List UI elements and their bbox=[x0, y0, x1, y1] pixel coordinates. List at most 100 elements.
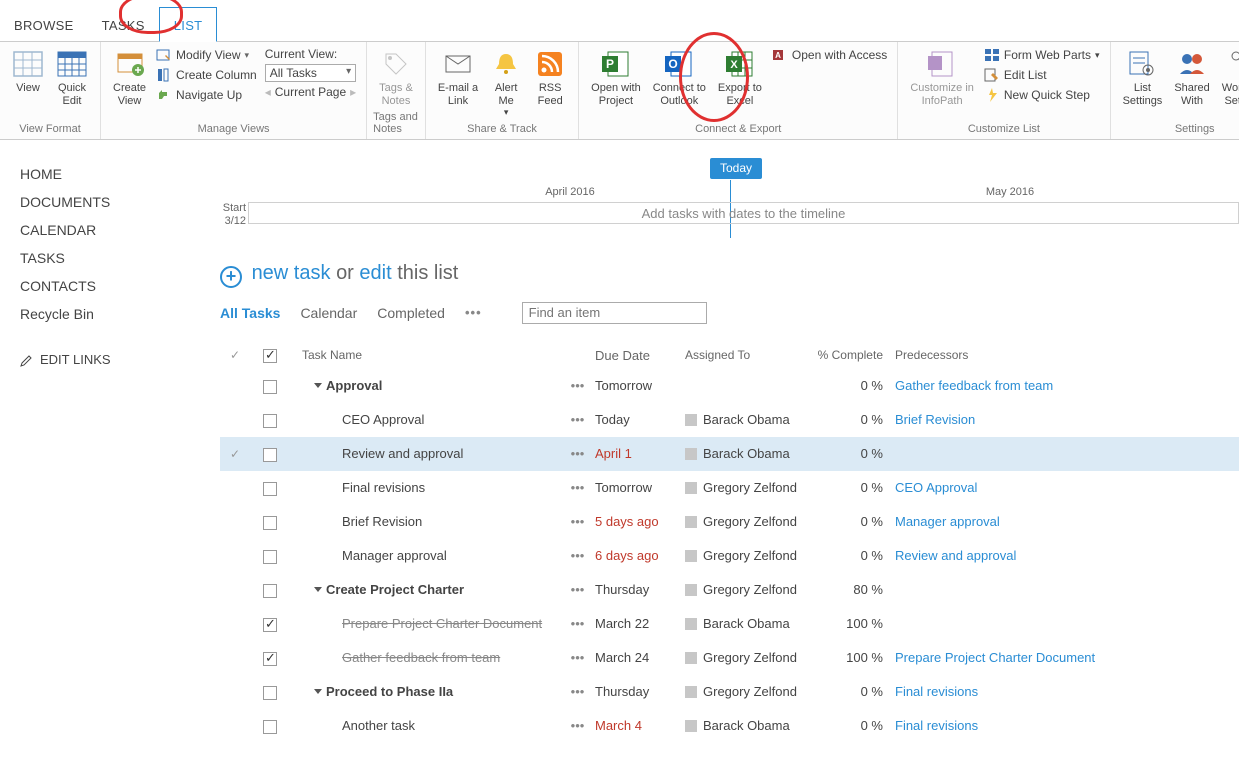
predecessor-link[interactable]: Final revisions bbox=[895, 718, 978, 733]
row-menu-button[interactable]: ••• bbox=[560, 514, 595, 529]
table-row[interactable]: CEO Approval•••TodayBarack Obama0 %Brief… bbox=[220, 403, 1239, 437]
predecessor-link[interactable]: Final revisions bbox=[895, 684, 978, 699]
task-name[interactable]: Create Project Charter bbox=[326, 582, 464, 597]
row-menu-button[interactable]: ••• bbox=[560, 684, 595, 699]
view-completed[interactable]: Completed bbox=[377, 305, 445, 321]
col-select-all[interactable] bbox=[263, 349, 277, 363]
task-name[interactable]: Approval bbox=[326, 378, 382, 393]
nav-home[interactable]: HOME bbox=[20, 160, 190, 188]
row-checkbox[interactable] bbox=[263, 414, 277, 428]
new-quick-step-button[interactable]: New Quick Step bbox=[984, 86, 1100, 104]
table-row[interactable]: Brief Revision•••5 days agoGregory Zelfo… bbox=[220, 505, 1239, 539]
tab-browse[interactable]: BROWSE bbox=[0, 8, 88, 41]
add-icon[interactable]: + bbox=[220, 266, 242, 288]
table-row[interactable]: Manager approval•••6 days agoGregory Zel… bbox=[220, 539, 1239, 573]
predecessor-link[interactable]: Brief Revision bbox=[895, 412, 975, 427]
row-menu-button[interactable]: ••• bbox=[560, 718, 595, 733]
expand-caret-icon[interactable] bbox=[314, 689, 322, 694]
task-name[interactable]: Gather feedback from team bbox=[342, 650, 500, 665]
customize-infopath-button[interactable]: Customize in InfoPath bbox=[904, 46, 980, 109]
quick-edit-button[interactable]: Quick Edit bbox=[50, 46, 94, 109]
table-row[interactable]: Proceed to Phase IIa•••ThursdayGregory Z… bbox=[220, 675, 1239, 709]
timeline-bar[interactable]: Add tasks with dates to the timeline bbox=[248, 202, 1239, 224]
table-row[interactable]: Approval•••Tomorrow0 %Gather feedback fr… bbox=[220, 369, 1239, 403]
search-input[interactable] bbox=[529, 305, 705, 320]
connect-outlook-button[interactable]: O Connect to Outlook bbox=[647, 46, 712, 109]
view-calendar[interactable]: Calendar bbox=[300, 305, 357, 321]
row-menu-button[interactable]: ••• bbox=[560, 446, 595, 461]
col-task-name[interactable]: Task Name bbox=[290, 348, 560, 362]
current-view-select[interactable]: All Tasks bbox=[265, 64, 356, 82]
task-name[interactable]: Proceed to Phase IIa bbox=[326, 684, 453, 699]
create-view-button[interactable]: Create View bbox=[107, 46, 152, 109]
predecessor-link[interactable]: Gather feedback from team bbox=[895, 378, 1053, 393]
predecessor-link[interactable]: Review and approval bbox=[895, 548, 1016, 563]
task-name[interactable]: Manager approval bbox=[342, 548, 447, 563]
current-page-control[interactable]: ◂Current Page▸ bbox=[265, 84, 356, 100]
view-button[interactable]: View bbox=[6, 46, 50, 97]
tags-notes-button[interactable]: Tags & Notes bbox=[373, 46, 419, 109]
predecessor-link[interactable]: Prepare Project Charter Document bbox=[895, 650, 1095, 665]
tab-list[interactable]: LIST bbox=[159, 7, 218, 42]
task-name[interactable]: CEO Approval bbox=[342, 412, 424, 427]
more-views-button[interactable]: ••• bbox=[465, 305, 482, 320]
row-checkbox[interactable] bbox=[263, 516, 277, 530]
row-checkbox[interactable] bbox=[263, 448, 277, 462]
nav-recycle-bin[interactable]: Recycle Bin bbox=[20, 300, 190, 328]
col-due-date[interactable]: Due Date bbox=[595, 348, 685, 363]
row-menu-button[interactable]: ••• bbox=[560, 650, 595, 665]
expand-caret-icon[interactable] bbox=[314, 383, 322, 388]
row-menu-button[interactable]: ••• bbox=[560, 412, 595, 427]
new-task-link[interactable]: new task bbox=[252, 262, 331, 284]
row-checkbox[interactable] bbox=[263, 550, 277, 564]
email-link-button[interactable]: E-mail a Link bbox=[432, 46, 484, 109]
row-checkbox[interactable] bbox=[263, 618, 277, 632]
table-row[interactable]: ✓Review and approval•••April 1Barack Oba… bbox=[220, 437, 1239, 471]
edit-links-button[interactable]: EDIT LINKS bbox=[20, 352, 190, 367]
col-percent-complete[interactable]: % Complete bbox=[815, 348, 895, 362]
expand-caret-icon[interactable] bbox=[314, 587, 322, 592]
table-row[interactable]: Prepare Project Charter Document•••March… bbox=[220, 607, 1239, 641]
table-row[interactable]: Final revisions•••TomorrowGregory Zelfon… bbox=[220, 471, 1239, 505]
view-all-tasks[interactable]: All Tasks bbox=[220, 305, 280, 321]
task-name[interactable]: Review and approval bbox=[342, 446, 463, 461]
alert-me-button[interactable]: Alert Me▾ bbox=[484, 46, 528, 120]
workflow-settings-button[interactable]: Workflow Settings▾ bbox=[1216, 46, 1239, 120]
row-checkbox[interactable] bbox=[263, 482, 277, 496]
row-menu-button[interactable]: ••• bbox=[560, 616, 595, 631]
task-name[interactable]: Another task bbox=[342, 718, 415, 733]
shared-with-button[interactable]: Shared With bbox=[1168, 46, 1215, 109]
nav-calendar[interactable]: CALENDAR bbox=[20, 216, 190, 244]
tab-tasks[interactable]: TASKS bbox=[88, 8, 159, 41]
rss-feed-button[interactable]: RSS Feed bbox=[528, 46, 572, 109]
predecessor-link[interactable]: Manager approval bbox=[895, 514, 1000, 529]
create-column-button[interactable]: Create Column bbox=[156, 66, 257, 84]
row-menu-button[interactable]: ••• bbox=[560, 378, 595, 393]
export-excel-button[interactable]: X Export to Excel bbox=[712, 46, 768, 109]
list-settings-button[interactable]: List Settings bbox=[1117, 46, 1169, 109]
navigate-up-button[interactable]: Navigate Up bbox=[156, 86, 257, 104]
table-row[interactable]: Another task•••March 4Barack Obama0 %Fin… bbox=[220, 709, 1239, 743]
edit-list-link[interactable]: edit bbox=[359, 262, 391, 284]
task-name[interactable]: Final revisions bbox=[342, 480, 425, 495]
row-menu-button[interactable]: ••• bbox=[560, 582, 595, 597]
row-checkbox[interactable] bbox=[263, 686, 277, 700]
nav-contacts[interactable]: CONTACTS bbox=[20, 272, 190, 300]
col-done[interactable]: ✓ bbox=[230, 348, 240, 362]
row-checkbox[interactable] bbox=[263, 584, 277, 598]
modify-view-button[interactable]: Modify View▾ bbox=[156, 46, 257, 64]
open-with-project-button[interactable]: P Open with Project bbox=[585, 46, 647, 109]
col-assigned-to[interactable]: Assigned To bbox=[685, 348, 815, 362]
task-name[interactable]: Brief Revision bbox=[342, 514, 422, 529]
table-row[interactable]: Create Project Charter•••ThursdayGregory… bbox=[220, 573, 1239, 607]
nav-tasks[interactable]: TASKS bbox=[20, 244, 190, 272]
edit-list-button[interactable]: Edit List bbox=[984, 66, 1100, 84]
row-checkbox[interactable] bbox=[263, 380, 277, 394]
table-row[interactable]: Gather feedback from team•••March 24Greg… bbox=[220, 641, 1239, 675]
nav-documents[interactable]: DOCUMENTS bbox=[20, 188, 190, 216]
row-checkbox[interactable] bbox=[263, 720, 277, 734]
row-menu-button[interactable]: ••• bbox=[560, 548, 595, 563]
row-menu-button[interactable]: ••• bbox=[560, 480, 595, 495]
col-predecessors[interactable]: Predecessors bbox=[895, 348, 1239, 362]
search-box[interactable] bbox=[522, 302, 707, 324]
